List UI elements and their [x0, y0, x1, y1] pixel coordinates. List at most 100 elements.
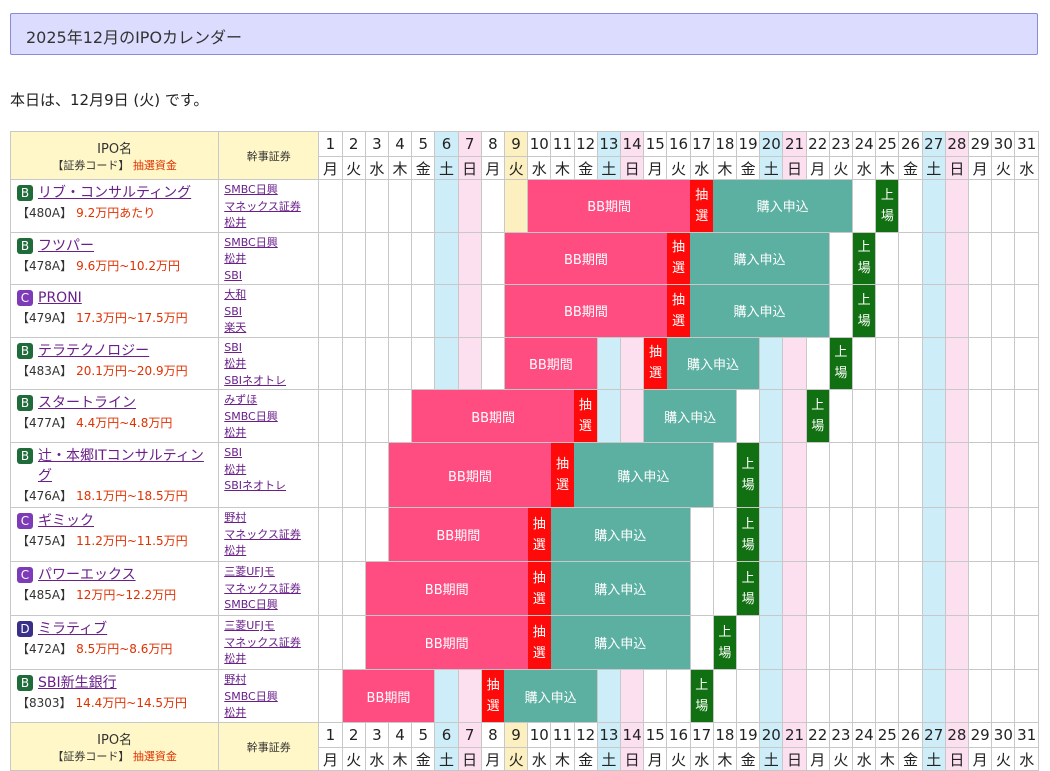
purchase-period-bar: 購入申込 — [550, 507, 691, 562]
rank-badge: B — [17, 237, 33, 254]
broker-link[interactable]: 大和 — [224, 287, 318, 304]
lottery-cell: 抽選 — [550, 442, 575, 508]
header-broker-header: 幹事証券 — [218, 131, 320, 180]
broker-link[interactable]: SMBC日興 — [224, 597, 318, 614]
purchase-period-bar: 購入申込 — [574, 442, 714, 508]
day-cell — [875, 442, 900, 508]
day-cell — [921, 389, 946, 443]
ipo-name-link[interactable]: ギミック — [38, 511, 94, 531]
ipo-row: C ギミック 【475A】 11.2万円~11.5万円 野村 マネックス証券 松井 BB期間抽… — [9, 507, 1039, 562]
broker-link[interactable]: SBI — [224, 304, 318, 321]
day-cell — [968, 669, 993, 723]
day-number: 9 — [503, 722, 529, 748]
broker-link[interactable]: 松井 — [224, 543, 318, 560]
day-cell — [991, 179, 1016, 233]
day-cell — [898, 615, 923, 670]
lottery-cell: 抽選 — [666, 231, 691, 285]
ipo-code-price: 【477A】 4.4万円~4.8万円 — [17, 414, 216, 431]
ipo-name-link[interactable]: パワーエックス — [38, 565, 136, 585]
day-cell — [782, 442, 807, 508]
day-cell — [852, 336, 877, 390]
ipo-name-link[interactable]: 辻・本郷ITコンサルティング — [38, 446, 216, 486]
broker-link[interactable]: マネックス証券 — [224, 581, 318, 598]
day-cell — [341, 231, 366, 285]
ipo-code: 【480A】 — [17, 206, 73, 220]
broker-link[interactable]: 楽天 — [224, 320, 318, 336]
broker-link[interactable]: SMBC日興 — [224, 689, 318, 706]
ipo-code-price: 【476A】 18.1万円~18.5万円 — [17, 487, 216, 504]
ipo-name-link[interactable]: リブ・コンサルティング — [38, 183, 191, 203]
day-cell — [991, 507, 1016, 562]
day-cell — [898, 231, 923, 285]
day-number: 28 — [944, 131, 970, 157]
broker-link[interactable]: SBI — [224, 445, 318, 462]
broker-link[interactable]: SBIネオトレ — [224, 373, 318, 389]
broker-link[interactable]: SBIネオトレ — [224, 478, 318, 495]
weekday: 水 — [852, 156, 877, 180]
broker-link[interactable]: 松井 — [224, 425, 318, 442]
day-cell — [875, 231, 900, 285]
weekday: 木 — [550, 156, 575, 180]
broker-link[interactable]: 松井 — [224, 651, 318, 668]
day-cell — [805, 442, 830, 508]
day-cell — [318, 179, 343, 233]
day-cell — [1014, 389, 1039, 443]
listing-cell: 上場 — [875, 179, 899, 233]
day-cell — [782, 615, 807, 670]
ipo-code: 【472A】 — [17, 642, 73, 656]
ipo-name-link[interactable]: SBI新生銀行 — [38, 673, 117, 693]
day-cell — [1014, 284, 1039, 338]
day-cell — [735, 615, 761, 670]
broker-link[interactable]: SBI — [224, 268, 318, 284]
ipo-name-link[interactable]: テラテクノロジー — [38, 341, 149, 361]
broker-link[interactable]: SMBC日興 — [224, 235, 318, 252]
day-cell — [968, 231, 993, 285]
broker-link[interactable]: SBI — [224, 340, 318, 357]
lottery-cell: 抽選 — [527, 561, 551, 616]
day-number: 17 — [689, 722, 714, 748]
day-cell — [712, 561, 738, 616]
listing-cell: 上場 — [829, 336, 853, 390]
broker-link[interactable]: 松井 — [224, 462, 318, 479]
day-cell — [318, 442, 343, 508]
broker-link[interactable]: マネックス証券 — [224, 635, 318, 652]
day-cell — [898, 669, 923, 723]
day-cell — [364, 284, 389, 338]
ipo-name-link[interactable]: フツパー — [38, 236, 94, 256]
broker-link[interactable]: 三菱UFJモ — [224, 564, 318, 581]
weekday: 月 — [643, 156, 668, 180]
broker-link[interactable]: マネックス証券 — [224, 199, 318, 216]
ipo-code: 【477A】 — [17, 416, 73, 430]
broker-link[interactable]: 松井 — [224, 215, 318, 231]
bb-period-bar: BB期間 — [504, 336, 598, 390]
ipo-name-link[interactable]: PRONI — [38, 288, 82, 308]
broker-link[interactable]: 三菱UFJモ — [224, 618, 318, 635]
day-cell — [921, 336, 946, 390]
broker-link[interactable]: 野村 — [224, 510, 318, 527]
lottery-cell: 抽選 — [527, 507, 551, 562]
day-cell — [364, 389, 389, 443]
ipo-price: 20.1万円~20.9万円 — [76, 363, 188, 378]
day-cell — [898, 442, 923, 508]
broker-link[interactable]: 松井 — [224, 356, 318, 373]
day-number: 8 — [480, 722, 505, 748]
broker-link[interactable]: みずほ — [224, 392, 318, 409]
broker-link[interactable]: 野村 — [224, 672, 318, 689]
day-cell — [1014, 561, 1039, 616]
ipo-name-row: B SBI新生銀行 — [17, 673, 216, 693]
day-cell — [991, 615, 1016, 670]
ipo-name-link[interactable]: ミラティブ — [38, 619, 107, 639]
broker-link[interactable]: 松井 — [224, 705, 318, 722]
broker-link[interactable]: マネックス証券 — [224, 527, 318, 544]
day-cell — [1014, 179, 1039, 233]
purchase-period-bar: 購入申込 — [666, 336, 760, 390]
ipo-name-link[interactable]: スタートライン — [38, 393, 136, 413]
broker-link[interactable]: 松井 — [224, 251, 318, 268]
broker-link[interactable]: SMBC日興 — [224, 409, 318, 426]
day-cell — [411, 179, 436, 233]
weekday: 土 — [596, 156, 621, 180]
lottery-cell: 抽選 — [574, 389, 598, 443]
ipo-row: B フツパー 【478A】 9.6万円~10.2万円 SMBC日興 松井 SBI BB期間 抽選… — [9, 231, 1039, 285]
broker-link[interactable]: SMBC日興 — [224, 182, 318, 199]
code-label: 【証券コード】 — [52, 159, 130, 172]
